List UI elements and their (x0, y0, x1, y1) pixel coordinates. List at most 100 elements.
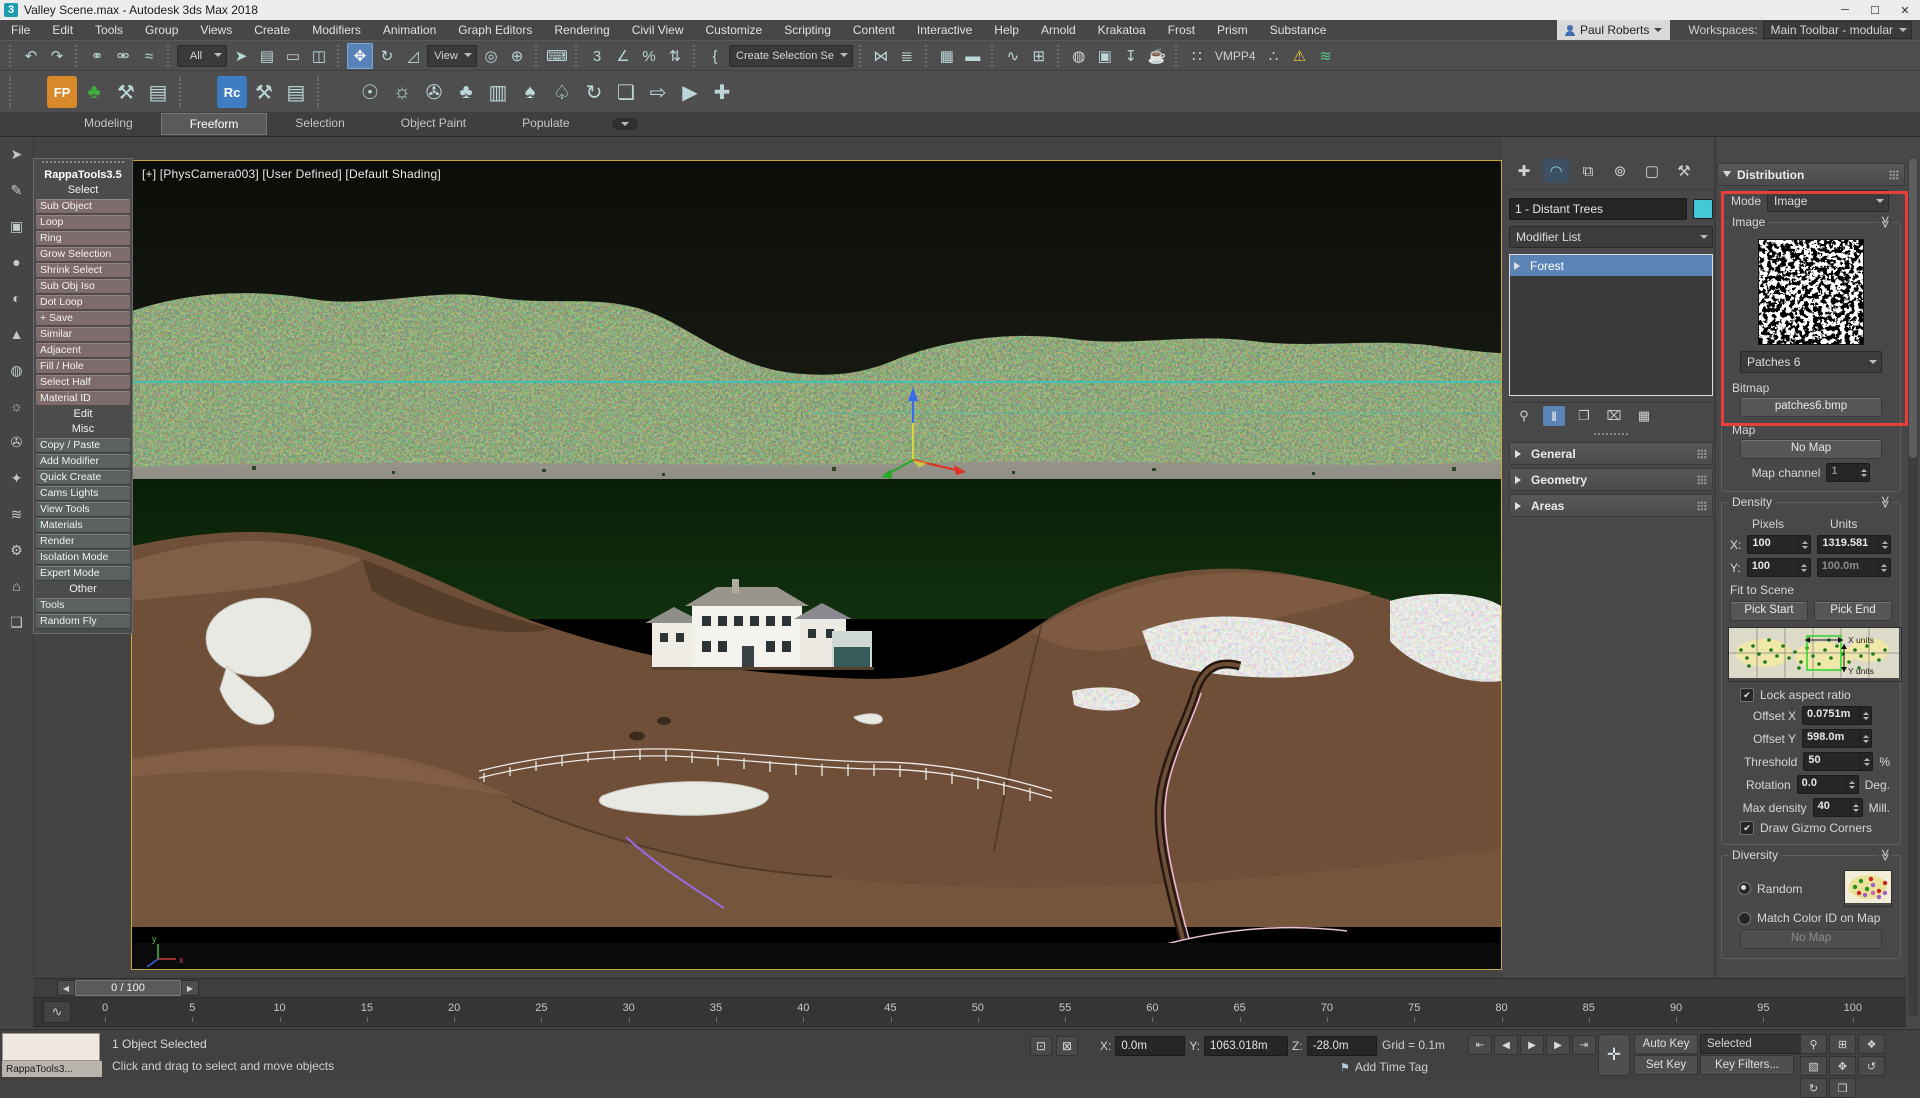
dock-home-icon[interactable]: ⌂ (6, 575, 28, 597)
threshold-spinner[interactable]: 50 (1803, 752, 1873, 771)
dock-layers-icon[interactable]: ❏ (6, 611, 28, 633)
panel-scrollbar[interactable] (1908, 157, 1918, 1017)
schematic-view-icon[interactable]: ⊞ (1027, 44, 1051, 68)
angle-snap-icon[interactable]: ∠ (611, 44, 635, 68)
menu-graph-editors[interactable]: Graph Editors (447, 23, 543, 37)
z-coord-field[interactable]: -28.0m (1307, 1036, 1377, 1056)
selection-region-icon[interactable]: ▭ (281, 44, 305, 68)
select-rotate-icon[interactable]: ↻ (375, 44, 399, 68)
window-crossing-icon[interactable]: ◫ (307, 44, 331, 68)
dock-box-icon[interactable]: ▣ (6, 215, 28, 237)
tab-motion[interactable]: ⊚ (1607, 159, 1633, 183)
mcg-icon[interactable]: ∷ (1185, 44, 1209, 68)
unlink-icon[interactable]: ⚮ (111, 44, 135, 68)
tab-modify[interactable]: ◠ (1543, 159, 1569, 183)
rollout-header[interactable]: Geometry (1509, 468, 1713, 491)
object-color-swatch[interactable] (1693, 199, 1713, 219)
diversity-map-button[interactable]: No Map (1740, 929, 1882, 949)
go-to-end-button[interactable]: ⇥ (1572, 1035, 1596, 1055)
zoom-icon[interactable]: ⚲ (1800, 1034, 1827, 1054)
menu-animation[interactable]: Animation (372, 23, 447, 37)
rollout-header[interactable]: Areas (1509, 494, 1713, 517)
tree-list-icon[interactable]: ▥ (483, 76, 513, 108)
tab-display[interactable]: ▢ (1639, 159, 1665, 183)
forest-pack-badge[interactable]: FP (47, 76, 77, 108)
forest-icon[interactable]: ♣ (79, 76, 109, 108)
workspace-dropdown[interactable]: Main Toolbar - modular (1763, 21, 1912, 39)
tab-utilities[interactable]: ⚒ (1671, 159, 1697, 183)
selection-filter-dropdown[interactable]: All (177, 45, 227, 67)
menu-create[interactable]: Create (243, 23, 301, 37)
lock-selection-icon[interactable]: ⊠ (1056, 1036, 1078, 1056)
key-filters-button[interactable]: Key Filters... (1700, 1055, 1794, 1075)
keyboard-override-icon[interactable]: ⌨ (545, 44, 569, 68)
rappatools-button[interactable]: Similar (36, 327, 130, 342)
play-button[interactable]: ▶ (1520, 1035, 1544, 1055)
tab-freeform[interactable]: Freeform (161, 113, 268, 135)
key-selection-dropdown[interactable]: Selected (1700, 1034, 1816, 1054)
dock-select-icon[interactable]: ➤ (6, 143, 28, 165)
rendered-frame-icon[interactable]: ↧ (1119, 44, 1143, 68)
sun-icon[interactable]: ☼ (387, 76, 417, 108)
rappatools-button[interactable]: Grow Selection (36, 247, 130, 262)
layer-explorer-icon[interactable]: ▦ (935, 44, 959, 68)
remove-modifier-icon[interactable]: ⌧ (1603, 406, 1625, 426)
maximize-viewport-icon[interactable]: ❒ (1829, 1078, 1856, 1098)
modifier-stack-item-forest[interactable]: Forest (1510, 255, 1712, 276)
material-editor-icon[interactable]: ◍ (1067, 44, 1091, 68)
modifier-stack[interactable]: Forest (1509, 254, 1713, 396)
render-production-icon[interactable]: ☕ (1145, 44, 1169, 68)
expand-icon[interactable] (1514, 262, 1524, 270)
rappatools-floater-title[interactable]: RappaTools3... (2, 1061, 102, 1077)
tab-hierarchy[interactable]: ⧉ (1575, 159, 1601, 183)
light-icon[interactable]: ☉ (355, 76, 385, 108)
zoom-extents-icon[interactable]: ❖ (1858, 1034, 1885, 1054)
railclone-badge[interactable]: Rc (217, 76, 247, 108)
camera-icon[interactable]: ✇ (419, 76, 449, 108)
next-frame-button[interactable]: ▶ (1546, 1035, 1570, 1055)
density-x-pixels-spinner[interactable]: 100 (1747, 535, 1811, 554)
panel-divider[interactable] (1714, 137, 1716, 1029)
trees-icon[interactable]: ♣ (451, 76, 481, 108)
refresh-icon[interactable]: ↻ (579, 76, 609, 108)
select-move-icon[interactable]: ✥ (347, 43, 373, 69)
density-x-units-spinner[interactable]: 1319.581 (1817, 535, 1891, 554)
tab-populate[interactable]: Populate (494, 113, 597, 135)
offset-x-spinner[interactable]: 0.0751m (1802, 706, 1872, 725)
dock-half-sphere-icon[interactable]: ◐ (6, 287, 28, 309)
collapse-chevron-icon[interactable]: ≫ (1879, 494, 1893, 511)
y-coord-field[interactable]: 1063.018m (1204, 1036, 1288, 1056)
dock-light-icon[interactable]: ☼ (6, 395, 28, 417)
rollout-header[interactable]: General (1509, 442, 1713, 465)
forest-list-icon[interactable]: ▤ (143, 76, 173, 108)
tab-overflow-icon[interactable] (612, 118, 638, 130)
match-color-id-radio[interactable] (1738, 912, 1751, 925)
make-unique-icon[interactable]: ❐ (1573, 406, 1595, 426)
curve-editor-icon[interactable]: ∿ (1001, 44, 1025, 68)
distribution-mode-dropdown[interactable]: Image (1767, 190, 1889, 212)
select-object-icon[interactable]: ➤ (229, 44, 253, 68)
render-setup-icon[interactable]: ▣ (1093, 44, 1117, 68)
density-y-pixels-spinner[interactable]: 100 (1747, 558, 1811, 577)
phoenix-icon[interactable]: ≋ (1314, 44, 1338, 68)
rotation-spinner[interactable]: 0.0 (1797, 775, 1859, 794)
collapse-chevron-icon[interactable]: ≫ (1879, 847, 1893, 864)
rappatools-button[interactable]: Quick Create (36, 470, 130, 485)
x-coord-field[interactable]: 0.0m (1115, 1036, 1185, 1056)
align-icon[interactable]: ≣ (895, 44, 919, 68)
distribution-rollout-header[interactable]: Distribution (1717, 163, 1905, 186)
selection-set-dropdown[interactable]: Create Selection Se (729, 45, 853, 67)
rappatools-button[interactable]: Loop (36, 215, 130, 230)
viewport-label[interactable]: [+] [PhysCamera003] [User Defined] [Defa… (142, 167, 441, 181)
show-end-result-icon[interactable]: ‖ (1543, 406, 1565, 426)
camera-add-icon[interactable]: ✚ (707, 76, 737, 108)
tree-icon[interactable]: ♠ (515, 76, 545, 108)
rappatools-button[interactable]: Select Half (36, 375, 130, 390)
rappatools-button[interactable]: Sub Obj Iso (36, 279, 130, 294)
close-button[interactable]: ✕ (1890, 0, 1920, 20)
menu-interactive[interactable]: Interactive (906, 23, 983, 37)
time-slider[interactable]: ◀ 0 / 100 ▶ (33, 978, 1906, 998)
menu-substance[interactable]: Substance (1259, 23, 1338, 37)
rappatools-button[interactable]: Random Fly (36, 614, 130, 629)
mini-curve-editor-icon[interactable]: ∿ (43, 1001, 71, 1023)
